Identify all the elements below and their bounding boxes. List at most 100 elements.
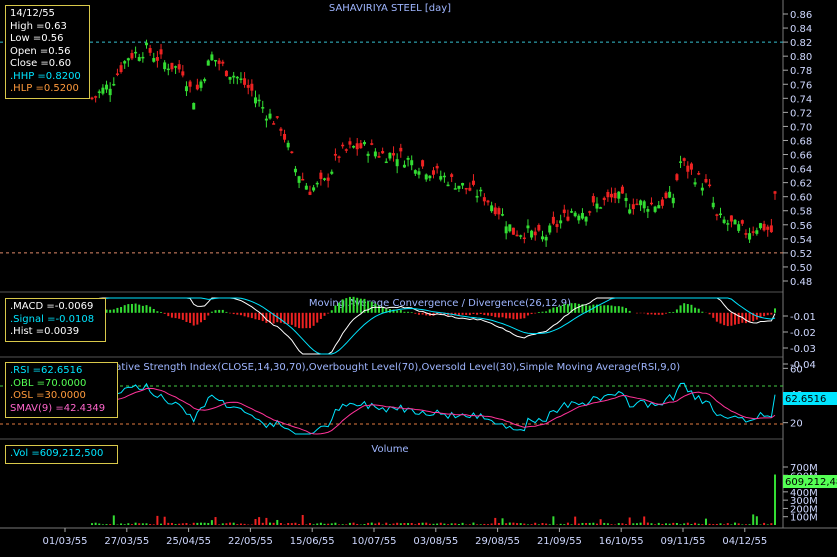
candle-body: [591, 196, 595, 203]
candle-body: [544, 236, 548, 241]
volume-bar: [425, 522, 428, 525]
volume-bar: [265, 517, 268, 525]
candle-body: [359, 143, 363, 149]
candle-body: [297, 176, 301, 183]
y-tick-label: 0.54: [790, 235, 812, 246]
candle-body: [501, 214, 505, 216]
candle-body: [272, 123, 276, 125]
volume-bar: [301, 514, 304, 525]
volume-bar: [98, 523, 101, 525]
volume-bar: [323, 523, 326, 525]
candle-body: [628, 209, 632, 214]
volume-bar: [737, 523, 740, 525]
rsi-title: Relative Strength Index(CLOSE,14,30,70),…: [100, 362, 680, 373]
x-tick-label: 03/08/55: [413, 536, 458, 547]
info-hlp: .HLP =0.5200: [10, 83, 79, 94]
volume-bar: [683, 523, 686, 525]
macd-legend-hist: .Hist =0.0039: [10, 326, 80, 337]
candle-body: [435, 165, 439, 169]
volume-bar: [407, 523, 410, 525]
candle-body: [653, 206, 657, 212]
volume-bar: [207, 522, 210, 525]
candle-body: [737, 224, 741, 231]
volume-bar: [632, 523, 635, 525]
volume-bar: [272, 522, 275, 525]
volume-bar: [668, 523, 671, 525]
volume-bar: [497, 522, 500, 525]
candle-body: [475, 195, 479, 198]
y-tick-label: 0.58: [790, 207, 812, 218]
y-tick-label: 0.52: [790, 249, 812, 260]
volume-bar: [229, 522, 232, 525]
volume-bar: [730, 524, 733, 525]
candle-body: [228, 76, 232, 80]
candle-body: [711, 202, 715, 208]
candle-body: [689, 163, 693, 170]
candle-body: [497, 208, 501, 215]
info-hhp: .HHP =0.8200: [10, 70, 81, 82]
candle-body: [188, 81, 192, 87]
candle-body: [540, 236, 544, 240]
candle-body: [333, 153, 337, 156]
candle-body: [519, 235, 523, 237]
volume-bar: [276, 519, 279, 525]
candle-body: [762, 223, 766, 231]
y-tick-label: 0.82: [790, 38, 812, 49]
candle-body: [660, 199, 664, 206]
volume-bar: [443, 523, 446, 525]
candle-body: [610, 193, 614, 198]
volume-bar: [327, 523, 330, 525]
volume-bar: [319, 522, 322, 525]
volume-bar: [167, 522, 170, 525]
volume-bar: [290, 523, 293, 525]
volume-bar: [298, 524, 301, 525]
volume-bar: [396, 522, 399, 525]
volume-bar: [345, 524, 348, 525]
candle-body: [134, 51, 138, 54]
x-tick-label: 16/10/55: [599, 536, 644, 547]
chart-canvas: SAHAVIRIYA STEEL [day] Moving Average Co…: [0, 0, 837, 547]
candle-body: [599, 207, 603, 209]
y-tick-label: 0.60: [790, 193, 812, 204]
volume-bar: [330, 523, 333, 525]
candle-body: [144, 42, 148, 46]
price-title: SAHAVIRIYA STEEL [day]: [329, 3, 451, 14]
candle-body: [181, 71, 185, 76]
volume-bar: [741, 524, 744, 525]
volume-bar: [174, 524, 177, 525]
candle-body: [388, 152, 392, 159]
volume-bar: [628, 517, 631, 525]
volume-bar: [708, 523, 711, 525]
rsi-legend-box: .RSI =62.6516 .OBL =70.0000 .OSL =30.000…: [5, 362, 118, 418]
candle-body: [370, 143, 374, 145]
volume-bar: [170, 522, 173, 525]
candle-body: [530, 230, 534, 238]
x-tick-label: 04/12/55: [722, 536, 767, 547]
macd-title: Moving Average Convergence / Divergence(…: [309, 298, 571, 309]
volume-bar: [734, 522, 737, 525]
candle-body: [323, 178, 327, 180]
candle-body: [108, 88, 112, 96]
volume-bar: [774, 474, 776, 525]
candle-body: [126, 58, 130, 61]
volume-bar: [650, 523, 653, 525]
candle-body: [112, 83, 116, 86]
candle-body: [101, 87, 105, 94]
candle-body: [203, 79, 207, 82]
rsi-y-tick-label: 60: [790, 364, 803, 375]
volume-bar: [370, 522, 373, 525]
candle-body: [148, 48, 152, 53]
candle-body: [115, 73, 119, 75]
volume-bar: [508, 522, 511, 525]
volume-bar: [574, 516, 577, 525]
rsi-legend-rsi: .RSI =62.6516: [10, 365, 83, 376]
y-tick-label: 0.76: [790, 80, 812, 91]
volume-bar: [577, 523, 580, 525]
candle-body: [551, 216, 555, 224]
candle-body: [239, 78, 243, 80]
volume-bar: [679, 524, 682, 525]
volume-bar: [541, 522, 544, 525]
candle-body: [617, 191, 621, 199]
candle-body: [352, 145, 356, 148]
volume-bar: [744, 524, 747, 525]
